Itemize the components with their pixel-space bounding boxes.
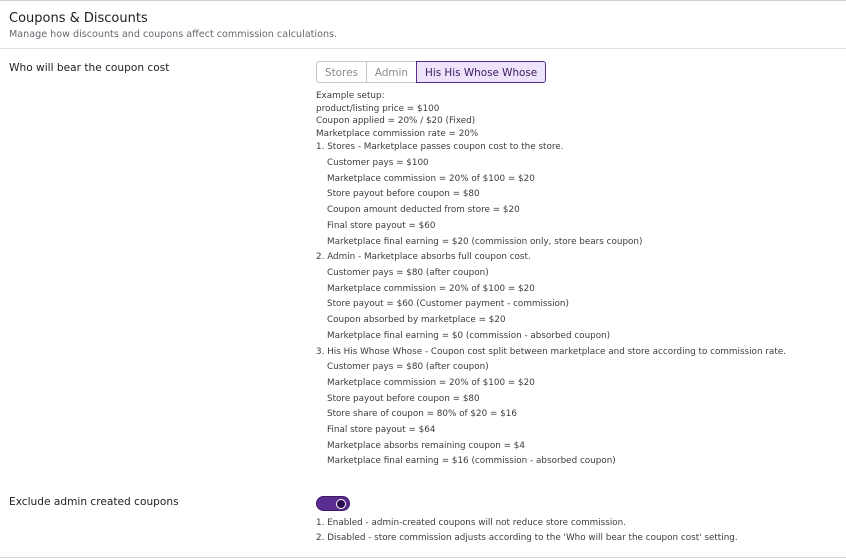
note-line: 2. Disabled - store commission adjusts a…	[316, 533, 738, 544]
case-line: Customer pays = $80 (after coupon)	[327, 362, 489, 373]
case-line: Store payout = $60 (Customer payment - c…	[327, 299, 569, 310]
case-line: Store payout before coupon = $80	[327, 189, 480, 200]
case-line: Coupon absorbed by marketplace = $20	[327, 315, 506, 326]
exclude-admin-label: Exclude admin created coupons	[9, 496, 179, 508]
option-stores-button[interactable]: Stores	[316, 61, 367, 83]
case-title: 3. His His Whose Whose - Coupon cost spl…	[316, 346, 786, 357]
case-line: Marketplace final earning = $20 (commiss…	[327, 236, 643, 247]
case-line: Marketplace absorbs remaining coupon = $…	[327, 440, 525, 451]
option-admin-button[interactable]: Admin	[366, 61, 418, 83]
case-title: 2. Admin - Marketplace absorbs full coup…	[316, 252, 531, 263]
case-line: Final store payout = $64	[327, 425, 436, 436]
section-header: Coupons & Discounts Manage how discounts…	[9, 10, 337, 41]
exclude-admin-toggle[interactable]	[316, 496, 350, 511]
case-line: Customer pays = $80 (after coupon)	[327, 268, 489, 278]
example-line: product/listing price = $100	[316, 103, 440, 114]
case-line: Coupon amount deducted from store = $20	[327, 205, 520, 216]
example-line: Marketplace commission rate = 20%	[316, 128, 479, 139]
example-heading: Example setup:	[316, 91, 385, 101]
bottom-border	[0, 557, 846, 558]
top-border	[0, 0, 846, 1]
case-line: Store share of coupon = 80% of $20 = $16	[327, 409, 517, 420]
case-line: Marketplace final earning = $16 (commiss…	[327, 456, 616, 467]
coupon-cost-label: Who will bear the coupon cost	[9, 62, 170, 74]
case-line: Marketplace commission = 20% of $100 = $…	[327, 377, 535, 388]
option-split-button[interactable]: His His Whose Whose	[416, 61, 547, 83]
case-line: Marketplace commission = 20% of $100 = $…	[327, 283, 535, 294]
section-divider	[0, 48, 846, 49]
case-line: Marketplace commission = 20% of $100 = $…	[327, 173, 535, 184]
exclude-admin-notes: 1. Enabled - admin-created coupons will …	[316, 516, 738, 547]
section-title: Coupons & Discounts	[9, 11, 148, 26]
toggle-knob	[336, 499, 346, 509]
note-line: 1. Enabled - admin-created coupons will …	[316, 518, 627, 528]
section-subtitle: Manage how discounts and coupons affect …	[9, 29, 338, 40]
coupon-cost-selector: Stores Admin His His Whose Whose	[316, 61, 547, 85]
case-line: Final store payout = $60	[327, 220, 436, 231]
case-title: 1. Stores - Marketplace passes coupon co…	[316, 142, 564, 153]
case-line: Marketplace final earning = $0 (commissi…	[327, 330, 611, 341]
coupon-cost-description: Example setup: product/listing price = $…	[316, 90, 836, 470]
example-line: Coupon applied = 20% / $20 (Fixed)	[316, 116, 476, 127]
case-line: Customer pays = $100	[327, 158, 429, 169]
case-line: Store payout before coupon = $80	[327, 393, 480, 404]
